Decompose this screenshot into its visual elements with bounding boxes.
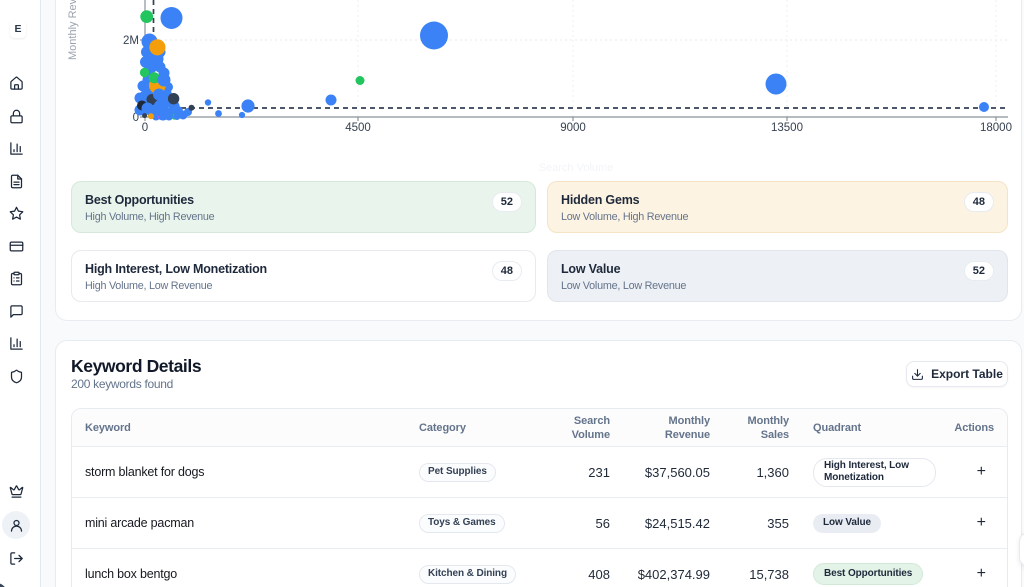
svg-text:Monthly Revenue: Monthly Revenue xyxy=(67,0,79,60)
svg-text:13500: 13500 xyxy=(771,122,803,134)
svg-text:18000: 18000 xyxy=(980,122,1012,134)
svg-text:2M: 2M xyxy=(123,35,139,47)
svg-text:Search Volume: Search Volume xyxy=(539,162,614,174)
svg-text:9000: 9000 xyxy=(560,122,586,134)
svg-text:4500: 4500 xyxy=(345,122,371,134)
svg-text:0: 0 xyxy=(142,122,148,134)
